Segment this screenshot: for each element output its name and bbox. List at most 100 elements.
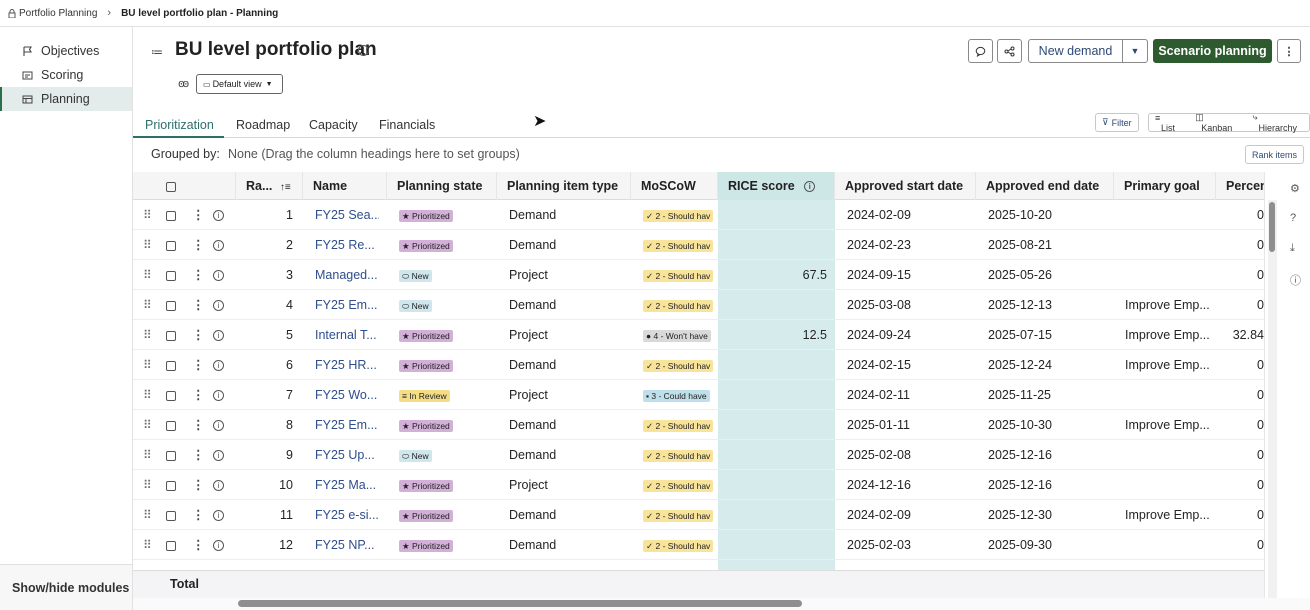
row-menu[interactable]: ⋮	[192, 290, 202, 320]
row-checkbox[interactable]	[166, 360, 176, 371]
row-info[interactable]: i	[213, 380, 227, 410]
row-menu[interactable]: ⋮	[192, 320, 202, 350]
vertical-scrollbar[interactable]	[1269, 202, 1275, 252]
kanban-view-button[interactable]: ◫ Kanban	[1189, 112, 1246, 133]
column-header-approved-end-date[interactable]: Approved end date	[976, 172, 1114, 200]
table-row[interactable]: ⠿ ⋮ i 1 FY25 Sea... ★ Prioritized Demand ✓ 2 - …	[133, 200, 1264, 230]
column-header-primary-goal[interactable]: Primary goal	[1114, 172, 1216, 200]
download-icon[interactable]: ⤓	[1290, 242, 1295, 255]
row-info[interactable]: i	[213, 260, 227, 290]
name-cell[interactable]: FY25 Sea...	[315, 200, 379, 230]
name-cell[interactable]: FY25 NP...	[315, 530, 379, 560]
column-header-planning-state[interactable]: Planning state	[387, 172, 497, 200]
rank-items-button[interactable]: Rank items	[1245, 145, 1305, 164]
new-demand-dropdown-button[interactable]: ▼	[1122, 39, 1148, 63]
select-all-checkbox[interactable]	[166, 181, 176, 192]
row-checkbox[interactable]	[166, 450, 176, 461]
drag-handle[interactable]: ⠿	[143, 320, 157, 350]
name-cell[interactable]: FY25 Ma...	[315, 470, 379, 500]
binoculars-icon[interactable]: ꙭ	[178, 77, 189, 90]
row-menu[interactable]: ⋮	[192, 500, 202, 530]
column-header-rice-score[interactable]: RICE score i	[718, 172, 835, 200]
row-checkbox[interactable]	[166, 240, 176, 251]
item-name-link[interactable]: FY25 Wo...	[315, 388, 377, 402]
row-info[interactable]: i	[213, 350, 227, 380]
column-header-planning-item-type[interactable]: Planning item type	[497, 172, 631, 200]
collapse-menu-icon[interactable]: ≔	[151, 45, 163, 59]
item-name-link[interactable]: FY25 Up...	[315, 448, 375, 462]
drag-handle[interactable]: ⠿	[143, 260, 157, 290]
column-header-approved-start-date[interactable]: Approved start date	[835, 172, 976, 200]
filter-button[interactable]: ⊽ Filter	[1095, 113, 1139, 132]
sidebar-item-objectives[interactable]: Objectives	[0, 39, 132, 63]
share-button[interactable]	[997, 39, 1022, 63]
item-name-link[interactable]: FY25 Sea...	[315, 208, 379, 222]
row-info[interactable]: i	[213, 410, 227, 440]
list-view-button[interactable]: ≡ List	[1149, 113, 1189, 133]
drag-handle[interactable]: ⠿	[143, 470, 157, 500]
sidebar-item-scoring[interactable]: Scoring	[0, 63, 132, 87]
row-checkbox[interactable]	[166, 510, 176, 521]
scenario-planning-button[interactable]: Scenario planning	[1153, 39, 1272, 63]
settings-icon[interactable]: ⚙	[1290, 182, 1300, 195]
grouping-drop-zone[interactable]: None (Drag the column headings here to s…	[228, 147, 520, 161]
info-icon[interactable]: ⓘ	[1290, 272, 1301, 288]
row-checkbox[interactable]	[166, 270, 176, 281]
drag-handle[interactable]: ⠿	[143, 530, 157, 560]
drag-handle[interactable]: ⠿	[143, 380, 157, 410]
drag-handle[interactable]: ⠿	[143, 500, 157, 530]
row-checkbox[interactable]	[166, 480, 176, 491]
name-cell[interactable]: FY25 Re...	[315, 230, 379, 260]
row-info[interactable]: i	[213, 200, 227, 230]
row-menu[interactable]: ⋮	[192, 440, 202, 470]
table-row[interactable]: ⠿ ⋮ i 6 FY25 HR... ★ Prioritized Demand ✓ 2 - S…	[133, 350, 1264, 380]
drag-handle[interactable]: ⠿	[143, 350, 157, 380]
comment-button[interactable]	[968, 39, 993, 63]
column-header-name[interactable]: Name	[303, 172, 387, 200]
tab-financials[interactable]: Financials	[379, 118, 435, 132]
row-menu[interactable]: ⋮	[192, 470, 202, 500]
new-demand-button[interactable]: New demand	[1028, 39, 1123, 63]
table-row[interactable]: ⠿ ⋮ i 2 FY25 Re... ★ Prioritized Demand ✓ 2 - S…	[133, 230, 1264, 260]
sidebar-item-planning[interactable]: Planning	[0, 87, 132, 111]
table-row[interactable]: ⠿ ⋮ i 4 FY25 Em... ⬭ New Demand ✓ 2 - Should ha…	[133, 290, 1264, 320]
row-menu[interactable]: ⋮	[192, 350, 202, 380]
item-name-link[interactable]: Internal T...	[315, 328, 377, 342]
row-checkbox[interactable]	[166, 390, 176, 401]
name-cell[interactable]: FY25 HR...	[315, 350, 379, 380]
row-menu[interactable]: ⋮	[192, 230, 202, 260]
show-hide-modules-button[interactable]: Show/hide modules	[0, 564, 132, 610]
row-info[interactable]: i	[213, 500, 227, 530]
breadcrumb-root[interactable]: Portfolio Planning	[8, 8, 97, 19]
row-menu[interactable]: ⋮	[192, 410, 202, 440]
row-info[interactable]: i	[213, 230, 227, 260]
hierarchy-view-button[interactable]: ⤷ Hierarchy	[1246, 112, 1309, 133]
table-row[interactable]: ⠿ ⋮ i 3 Managed... ⬭ New Project ✓ 2 - Should h…	[133, 260, 1264, 290]
column-header-rank[interactable]: Ra... ↑≡	[236, 172, 303, 200]
table-row[interactable]: ⠿ ⋮ i 7 FY25 Wo... ≡ In Review Project ▪ 3 - Co…	[133, 380, 1264, 410]
drag-handle[interactable]: ⠿	[143, 290, 157, 320]
item-name-link[interactable]: FY25 NP...	[315, 538, 375, 552]
row-menu[interactable]: ⋮	[192, 380, 202, 410]
table-row[interactable]: ⠿ ⋮ i 11 FY25 e-si... ★ Prioritized Demand ✓ 2 …	[133, 500, 1264, 530]
tab-roadmap[interactable]: Roadmap	[236, 118, 290, 132]
name-cell[interactable]: Managed...	[315, 260, 379, 290]
drag-handle[interactable]: ⠿	[143, 200, 157, 230]
row-info[interactable]: i	[213, 470, 227, 500]
row-menu[interactable]: ⋮	[192, 200, 202, 230]
info-icon[interactable]: i	[358, 45, 369, 56]
table-row[interactable]: ⠿ ⋮ i 5 Internal T... ★ Prioritized Project ● 4…	[133, 320, 1264, 350]
row-menu[interactable]: ⋮	[192, 530, 202, 560]
name-cell[interactable]: FY25 Em...	[315, 410, 379, 440]
row-info[interactable]: i	[213, 320, 227, 350]
item-name-link[interactable]: FY25 HR...	[315, 358, 377, 372]
name-cell[interactable]: FY25 e-si...	[315, 500, 379, 530]
item-name-link[interactable]: FY25 Ma...	[315, 478, 376, 492]
drag-handle[interactable]: ⠿	[143, 230, 157, 260]
row-info[interactable]: i	[213, 530, 227, 560]
column-header-moscow[interactable]: MoSCoW	[631, 172, 718, 200]
item-name-link[interactable]: FY25 Em...	[315, 418, 378, 432]
row-checkbox[interactable]	[166, 300, 176, 311]
row-info[interactable]: i	[213, 290, 227, 320]
column-header-percent[interactable]: Percen	[1216, 172, 1264, 200]
